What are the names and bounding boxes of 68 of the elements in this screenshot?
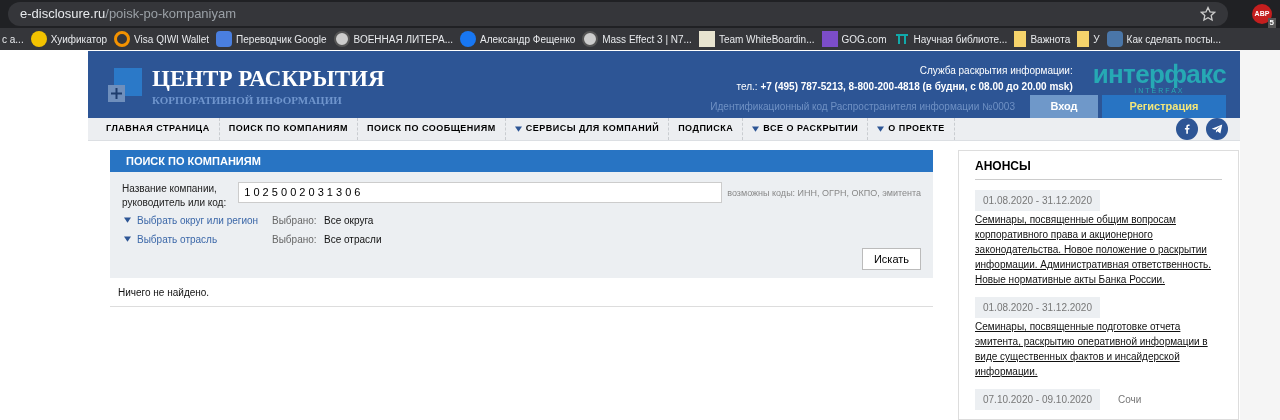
nav-item[interactable]: ПОИСК ПО КОМПАНИЯМ bbox=[219, 118, 358, 140]
nav-item[interactable]: ГЛАВНАЯ СТРАНИЦА bbox=[88, 118, 220, 140]
bookmark[interactable]: Научная библиоте... bbox=[893, 31, 1008, 47]
bookmark[interactable]: ВОЕННАЯ ЛИТЕРА... bbox=[333, 31, 453, 47]
date-range: 01.08.2020 - 31.12.2020 bbox=[975, 297, 1100, 318]
date-range: 01.08.2020 - 31.12.2020 bbox=[975, 190, 1100, 211]
bookmark-icon bbox=[698, 31, 715, 47]
bookmark[interactable]: Александр Фещенко bbox=[460, 31, 576, 47]
bookmark[interactable]: У bbox=[1077, 31, 1100, 47]
bookmark[interactable]: Team WhiteBoardin... bbox=[698, 31, 815, 47]
url-host: e-disclosure.ru bbox=[20, 5, 106, 24]
extension-badge: 5 bbox=[1267, 18, 1276, 28]
logo-icon[interactable] bbox=[108, 68, 142, 102]
address-bar[interactable]: e-disclosure.ru/poisk-po-kompaniyam bbox=[8, 2, 1228, 26]
bookmark-icon bbox=[893, 31, 910, 47]
city-label: Сочи bbox=[1118, 393, 1142, 407]
selected-value: Все отрасли bbox=[324, 232, 382, 247]
dropdown-icon bbox=[124, 217, 131, 223]
telegram-icon[interactable] bbox=[1206, 118, 1228, 140]
announcements-title: АНОНСЫ bbox=[975, 151, 1222, 180]
dropdown-icon bbox=[877, 126, 885, 132]
dropdown-icon bbox=[514, 126, 522, 132]
field-hint: возможны коды: ИНН, ОГРН, ОКПО, эмитента bbox=[727, 187, 921, 200]
bookmark-icon bbox=[821, 31, 838, 47]
bookmark[interactable]: Переводчик Google bbox=[216, 31, 327, 47]
bookmark-icon bbox=[30, 31, 47, 47]
dropdown-icon bbox=[124, 236, 131, 242]
bookmark[interactable]: с а... bbox=[2, 31, 24, 47]
url-path: /poisk-po-kompaniyam bbox=[105, 5, 237, 24]
search-panel-title: ПОИСК ПО КОМПАНИЯМ bbox=[110, 150, 933, 172]
service-label: Служба раскрытия информации: bbox=[919, 64, 1073, 78]
bookmark[interactable]: GOG.com bbox=[821, 31, 887, 47]
selected-value: Все округа bbox=[324, 213, 374, 228]
search-field[interactable]: 1 0 2 5 0 0 2 0 3 1 3 0 6 bbox=[238, 182, 723, 203]
bookmark[interactable]: Mass Effect 3 | N7... bbox=[582, 31, 692, 47]
bookmark[interactable]: Важнота bbox=[1014, 31, 1071, 47]
nav-item[interactable]: СЕРВИСЫ ДЛЯ КОМПАНИЙ bbox=[505, 118, 670, 140]
selected-label: Выбрано: bbox=[272, 213, 318, 228]
id-code: Идентификационный код Распространителя информации №0003 bbox=[710, 100, 1015, 114]
bookmark[interactable]: Visa QIWI Wallet bbox=[114, 31, 210, 47]
facebook-icon[interactable] bbox=[1176, 118, 1198, 140]
field-label: Название компании, руководитель или код: bbox=[122, 182, 228, 210]
site-title: ЦЕНТР РАСКРЫТИЯ bbox=[152, 66, 385, 92]
filter-link[interactable]: Выбрать округ или регион bbox=[122, 212, 272, 228]
bookmark-icon bbox=[114, 31, 131, 47]
bookmark-icon bbox=[216, 31, 233, 47]
date-range: 07.10.2020 - 09.10.2020 bbox=[975, 389, 1100, 410]
star-icon[interactable] bbox=[1200, 6, 1216, 22]
nav-item[interactable]: ПОДПИСКА bbox=[669, 118, 744, 140]
nav-item[interactable]: ВСЕ О РАСКРЫТИИ bbox=[743, 118, 869, 140]
bookmark-icon bbox=[1106, 31, 1123, 47]
folder-icon bbox=[1077, 31, 1090, 47]
announcement-link[interactable]: Семинары, посвященные подготовке отчета эмитента, раскрытию оперативной информации в виде существенных фактов и инсайдерской информации. bbox=[975, 319, 1222, 379]
selected-label: Выбрано: bbox=[272, 232, 318, 247]
bookmark[interactable]: Как сделать посты... bbox=[1106, 31, 1222, 47]
nav-item[interactable]: ПОИСК ПО СООБЩЕНИЯМ bbox=[358, 118, 506, 140]
bookmark[interactable]: Хуификатор bbox=[30, 31, 108, 47]
bookmark-icon bbox=[460, 31, 476, 47]
phone-line: тел.: +7 (495) 787-5213, 8-800-200-4818 (в будни, с 08.00 до 20.00 msk) bbox=[736, 80, 1073, 94]
folder-icon bbox=[1014, 31, 1027, 47]
site-subtitle: КОРПОРАТИВНОЙ ИНФОРМАЦИИ bbox=[152, 93, 343, 108]
dropdown-icon bbox=[752, 126, 760, 132]
filter-link[interactable]: Выбрать отрасль bbox=[122, 231, 272, 247]
result-message: Ничего не найдено. bbox=[118, 285, 210, 300]
nav-item[interactable]: О ПРОЕКТЕ bbox=[868, 118, 955, 140]
register-button[interactable]: Регистрация bbox=[1102, 95, 1226, 118]
announcement-link[interactable]: Семинары, посвященные общим вопросам корпоративного права и акционерного законодательства. Новое положение о раскрытии информации. Административная ответственность. Новые нормативные акты Банка России. bbox=[975, 212, 1222, 287]
search-button[interactable]: Искать bbox=[862, 248, 921, 270]
